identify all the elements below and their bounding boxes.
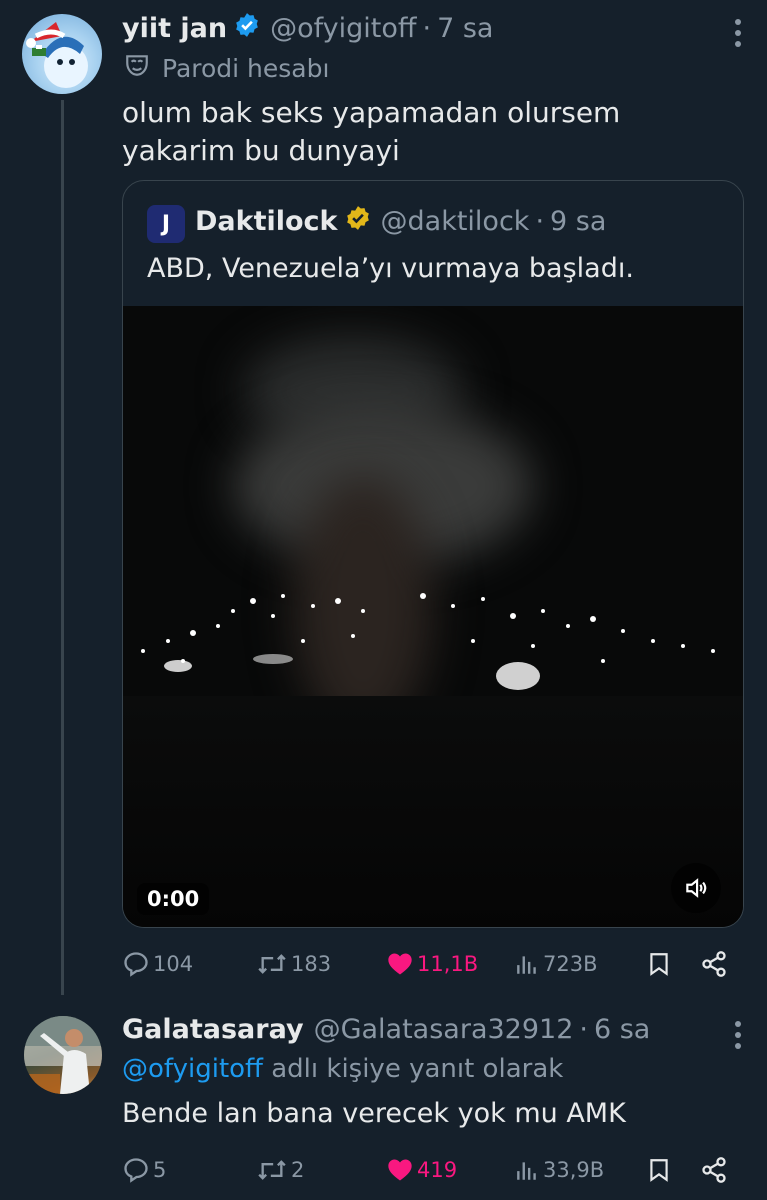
reply-text: Bende lan bana verecek yok mu AMK [122,1098,626,1129]
like-count: 11,1B [417,952,479,976]
parody-label-text: Parodi hesabı [162,53,330,83]
volume-icon[interactable] [671,863,721,913]
thread-line [61,100,64,995]
repost-button[interactable]: 183 [256,946,331,982]
heart-filled-icon [388,1159,412,1181]
views-button[interactable]: 723B [514,946,598,982]
parody-label: Parodi hesabı [124,52,329,84]
display-name[interactable]: yiit jan [122,13,227,44]
quoted-timestamp[interactable]: 9 sa [550,206,606,237]
reply-separator: · [579,1014,588,1045]
tweet-header: yiit jan @ofyigitoff · 7 sa [122,12,493,45]
tweet-actions: 104 183 11,1B 723B [122,946,742,982]
avatar-daktilock[interactable]: J [147,205,185,243]
quoted-tweet-text: ABD, Venezuela’yı vurmaya başladı. [147,253,634,284]
replying-to: @ofyigitoff adlı kişiye yanıt olarak [122,1054,563,1084]
reply-like-button[interactable]: 419 [386,1152,457,1188]
repost-icon [258,1160,286,1180]
reply-timestamp[interactable]: 6 sa [594,1014,650,1045]
quoted-separator: · [535,206,545,237]
quoted-display-name[interactable]: Daktilock [195,206,338,237]
reply-to-suffix: adlı kişiye yanıt olarak [271,1054,564,1084]
reply-bookmark-icon[interactable] [646,1152,675,1188]
quoted-tweet-header: Daktilock @daktilock · 9 sa [195,205,606,238]
repost-count: 183 [291,952,332,976]
reply-more-options-icon[interactable] [733,1020,743,1054]
avatar-galatasaray[interactable] [24,1016,102,1094]
reply-icon [124,952,148,977]
like-button[interactable]: 11,1B [386,946,478,982]
reply-like-count: 419 [417,1158,458,1182]
reply-share-icon[interactable] [700,1152,731,1188]
share-icon[interactable] [700,946,731,982]
reply-count: 104 [153,952,194,976]
reply-display-name[interactable]: Galatasaray [122,1014,304,1045]
reply-reply-button[interactable]: 5 [122,1152,166,1188]
timestamp[interactable]: 7 sa [437,13,493,44]
gold-verified-badge-icon [345,205,371,238]
handle[interactable]: @ofyigitoff [270,13,416,44]
reply-button[interactable]: 104 [122,946,193,982]
separator: · [422,13,432,44]
dark-foreground [123,696,743,927]
bookmark-icon[interactable] [646,946,675,982]
reply-icon [124,1158,148,1183]
views-count: 723B [543,952,598,976]
repost-icon [258,954,286,974]
reply-header: Galatasaray @Galatasara32912 · 6 sa [122,1014,650,1045]
views-icon [517,956,536,974]
reply-repost-button[interactable]: 2 [256,1152,304,1188]
parody-mask-icon [124,52,162,84]
verified-badge-icon [234,12,260,45]
reply-actions: 5 2 419 33,9B [122,1152,742,1188]
quoted-handle[interactable]: @daktilock [381,206,530,237]
video-timecode: 0:00 [137,883,210,915]
reply-views-button[interactable]: 33,9B [514,1152,604,1188]
reply-views-count: 33,9B [543,1158,605,1182]
reply-repost-count: 2 [291,1158,305,1182]
video-player[interactable]: 0:00 [123,306,743,927]
reply-mention-link[interactable]: @ofyigitoff [122,1054,263,1084]
views-icon [517,1162,536,1180]
reply-reply-count: 5 [153,1158,167,1182]
avatar-yiit-jan[interactable] [22,14,102,94]
more-options-icon[interactable] [733,18,743,52]
reply-handle[interactable]: @Galatasara32912 [314,1014,574,1045]
city-lights [141,593,715,690]
tweet-text: olum bak seks yapamadan olursem yakarim … [122,96,621,167]
heart-filled-icon [388,953,412,975]
quoted-tweet[interactable]: J Daktilock @daktilock · 9 sa ABD, Venez… [122,180,744,928]
